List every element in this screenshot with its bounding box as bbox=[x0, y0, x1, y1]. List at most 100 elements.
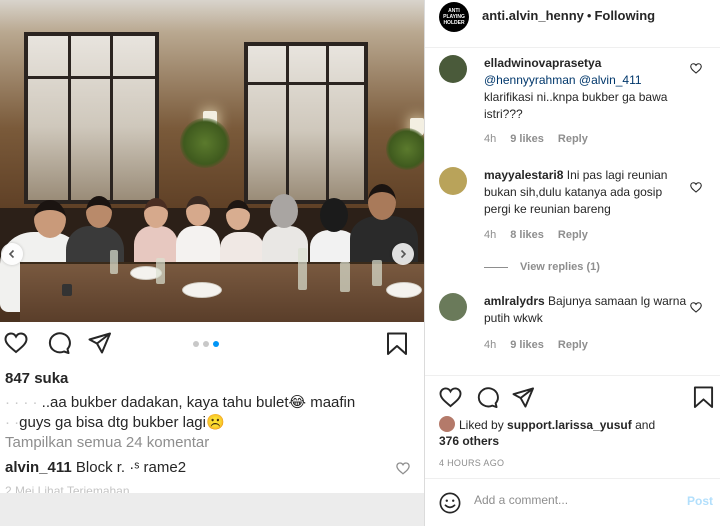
comment-meta: 4h 9 likes Reply bbox=[484, 133, 602, 145]
glass bbox=[298, 248, 307, 290]
replies-line bbox=[484, 266, 508, 268]
person-head bbox=[86, 196, 112, 228]
comment-username[interactable]: alvin_411 bbox=[5, 459, 72, 476]
dining-table bbox=[20, 262, 424, 322]
background-window-right bbox=[244, 42, 368, 204]
comment-like-icon[interactable] bbox=[690, 182, 702, 193]
heart-icon[interactable] bbox=[4, 332, 28, 354]
background-window-left bbox=[24, 32, 159, 204]
reply-button[interactable]: Reply bbox=[558, 339, 588, 351]
avatar-logo-text: ANTI PLAYING HOLDER bbox=[443, 8, 465, 26]
commenter-avatar[interactable] bbox=[439, 293, 467, 321]
comment-text: Block r. ·ˢ rame2 bbox=[75, 459, 187, 476]
carousel-dot bbox=[193, 341, 199, 347]
liked-by-and: and bbox=[635, 418, 656, 432]
post-caption: · · · · ..aa bukber dadakan, kaya tahu b… bbox=[5, 393, 415, 433]
left-post-panel: 847 suka · · · · ..aa bukber dadakan, ka… bbox=[0, 0, 424, 526]
chevron-right-icon bbox=[400, 249, 407, 259]
caption-text-line1: ..aa bukber dadakan, kaya tahu bulet😂 ma… bbox=[41, 394, 356, 411]
comment-username[interactable]: amlralydrs bbox=[484, 294, 545, 308]
phone bbox=[62, 284, 72, 296]
glass bbox=[156, 258, 165, 284]
glass bbox=[110, 250, 118, 274]
account-avatar[interactable]: ANTI PLAYING HOLDER bbox=[439, 2, 469, 32]
comment-input[interactable] bbox=[474, 493, 669, 507]
carousel-prev-button[interactable] bbox=[1, 243, 23, 265]
comment-username[interactable]: elladwinovaprasetya bbox=[484, 56, 601, 70]
comment-username[interactable]: mayyalestari8 bbox=[484, 168, 563, 182]
share-icon[interactable] bbox=[88, 332, 112, 354]
add-comment-bar: Post bbox=[425, 478, 720, 526]
comment-likes[interactable]: 8 likes bbox=[510, 229, 544, 241]
glass bbox=[372, 260, 382, 286]
post-timestamp[interactable]: 4 HOURS AGO bbox=[439, 458, 504, 468]
liker-avatar[interactable] bbox=[439, 416, 455, 432]
person-head bbox=[144, 198, 168, 228]
reply-button[interactable]: Reply bbox=[558, 229, 588, 241]
reply-button[interactable]: Reply bbox=[558, 133, 588, 145]
heart-icon[interactable] bbox=[439, 387, 462, 408]
liked-by-summary: Liked by support.larissa_yusuf and 376 o… bbox=[439, 416, 709, 449]
bookmark-icon[interactable] bbox=[693, 386, 714, 409]
carousel-dot-active bbox=[213, 341, 219, 347]
person-head bbox=[368, 184, 396, 220]
plant bbox=[180, 118, 230, 168]
comment-likes[interactable]: 9 likes bbox=[510, 339, 544, 351]
header-username[interactable]: anti.alvin_henny bbox=[482, 8, 584, 23]
comment-like-icon[interactable] bbox=[690, 302, 702, 313]
person-head bbox=[186, 196, 210, 226]
liked-by-prefix: Liked by bbox=[459, 418, 504, 432]
person-head bbox=[226, 200, 250, 230]
comment-body: amlralydrs Bajunya samaan lg warna putih… bbox=[484, 293, 689, 327]
post-header: ANTI PLAYING HOLDER anti.alvin_henny • Fol… bbox=[425, 0, 720, 48]
person-head bbox=[320, 198, 348, 232]
comment-mentions[interactable]: @hennyyrahman @alvin_411 bbox=[484, 73, 642, 87]
caption-text-line2: guys ga bisa dtg bukber lagi☹️ bbox=[19, 414, 225, 431]
likes-count[interactable]: 847 suka bbox=[5, 370, 68, 387]
header-separator: • bbox=[586, 8, 592, 23]
comment-text: klarifikasi ni..knpa bukber ga bawa istr… bbox=[484, 90, 668, 121]
post-photo[interactable] bbox=[0, 0, 424, 322]
share-icon[interactable] bbox=[512, 387, 535, 408]
bookmark-icon[interactable] bbox=[386, 332, 408, 356]
comment-like-icon[interactable] bbox=[396, 462, 410, 475]
view-replies-link[interactable]: View replies (1) bbox=[484, 261, 600, 273]
comment-time[interactable]: 4h bbox=[484, 339, 496, 351]
header-user-line: anti.alvin_henny • Following bbox=[482, 8, 655, 23]
comment-time[interactable]: 4h bbox=[484, 133, 496, 145]
view-replies-label[interactable]: View replies (1) bbox=[520, 261, 600, 273]
commenter-avatar[interactable] bbox=[439, 167, 467, 195]
person-head bbox=[270, 194, 298, 228]
comment-body: elladwinovaprasetya @hennyyrahman @alvin… bbox=[484, 55, 689, 123]
liked-by-others[interactable]: 376 others bbox=[439, 434, 499, 448]
comment-icon[interactable] bbox=[47, 332, 71, 354]
comment: alvin_411 Block r. ·ˢ rame2 bbox=[5, 459, 186, 476]
post-actions bbox=[425, 375, 720, 421]
commenter-avatar[interactable] bbox=[439, 55, 467, 83]
plate bbox=[386, 282, 422, 298]
left-footer-bar bbox=[0, 493, 424, 526]
comment-icon[interactable] bbox=[476, 387, 499, 408]
carousel-dot bbox=[203, 341, 209, 347]
carousel-next-button[interactable] bbox=[392, 243, 414, 265]
liked-by-user[interactable]: support.larissa_yusuf bbox=[507, 418, 632, 432]
right-comments-panel: ANTI PLAYING HOLDER anti.alvin_henny • Fol… bbox=[425, 0, 720, 526]
glass bbox=[340, 262, 350, 292]
comment-meta: 4h 8 likes Reply bbox=[484, 229, 602, 241]
person-head bbox=[34, 200, 66, 238]
caption-blurred-text: · · bbox=[5, 414, 20, 431]
comment-likes[interactable]: 9 likes bbox=[510, 133, 544, 145]
plate bbox=[182, 282, 222, 298]
carousel-indicator bbox=[193, 341, 219, 347]
chevron-left-icon bbox=[8, 249, 15, 259]
comment-time[interactable]: 4h bbox=[484, 229, 496, 241]
following-button[interactable]: Following bbox=[594, 8, 655, 23]
comment-meta: 4h 9 likes Reply bbox=[484, 339, 602, 351]
post-button[interactable]: Post bbox=[687, 494, 713, 508]
caption-blurred-username: · · · · bbox=[5, 394, 42, 411]
view-all-comments-link[interactable]: Tampilkan semua 24 komentar bbox=[5, 434, 209, 451]
comment-body: mayyalestari8 Ini pas lagi reunian bukan… bbox=[484, 167, 689, 218]
emoji-icon[interactable] bbox=[439, 492, 461, 514]
plant bbox=[386, 128, 424, 170]
comment-like-icon[interactable] bbox=[690, 63, 702, 74]
